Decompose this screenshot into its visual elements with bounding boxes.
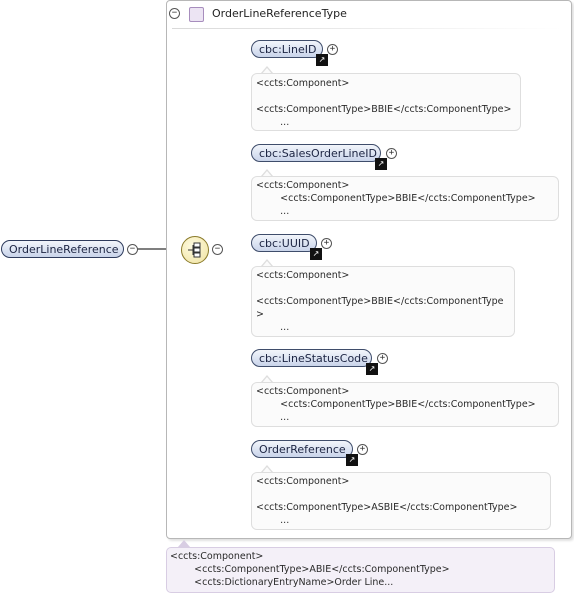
expand-toggle[interactable]: + — [357, 444, 368, 455]
root-element-label: OrderLineReference — [9, 243, 119, 256]
external-link-icon[interactable]: ↗ — [366, 363, 378, 375]
note-line: <ccts:DictionaryEntryName>Order Line... — [170, 577, 394, 588]
element-label: OrderReference — [259, 443, 346, 456]
external-link-icon[interactable]: ↗ — [346, 454, 358, 466]
note-line: ... — [256, 206, 290, 217]
note-line: <ccts:Component> — [256, 270, 350, 281]
note-line: <ccts:ComponentType>BBIE</ccts:Component… — [256, 193, 536, 204]
element-label: cbc:SalesOrderLineID — [259, 147, 377, 160]
note-line: <ccts:Component> — [256, 476, 350, 487]
element-label: cbc:UUID — [259, 237, 310, 250]
element-label: cbc:LineID — [259, 43, 317, 56]
external-link-icon[interactable]: ↗ — [316, 54, 328, 66]
note-line: ... — [256, 117, 290, 128]
root-collapse-toggle[interactable]: − — [127, 244, 138, 255]
sequence-glyph — [188, 242, 201, 258]
note-line: <ccts:ComponentType>BBIE</ccts:Component… — [256, 296, 504, 307]
element-line-status-code[interactable]: cbc:LineStatusCode — [251, 349, 372, 367]
root-element[interactable]: OrderLineReference — [1, 240, 124, 258]
element-order-reference[interactable]: OrderReference — [251, 440, 353, 458]
expand-toggle[interactable]: + — [386, 148, 397, 159]
note-line: ... — [256, 322, 290, 333]
annotation-order-reference: <ccts:Component> <ccts:ComponentType>ASB… — [251, 472, 551, 530]
sequence-collapse-toggle[interactable]: − — [212, 244, 223, 255]
annotation-line-status-code: <ccts:Component> <ccts:ComponentType>BBI… — [251, 382, 559, 427]
external-link-icon[interactable]: ↗ — [375, 158, 387, 170]
external-link-icon[interactable]: ↗ — [310, 248, 322, 260]
annotation-uuid: <ccts:Component> <ccts:ComponentType>BBI… — [251, 266, 515, 337]
note-line: <ccts:ComponentType>BBIE</ccts:Component… — [256, 399, 536, 410]
note-line: <ccts:Component> — [256, 78, 350, 89]
note-line: ... — [256, 515, 290, 526]
complex-type-icon — [189, 7, 204, 22]
element-line-id[interactable]: cbc:LineID — [251, 40, 323, 58]
annotation-sales-order-line-id: <ccts:Component> <ccts:ComponentType>BBI… — [251, 176, 559, 221]
note-line: ... — [256, 412, 290, 423]
root-annotation: <ccts:Component> <ccts:ComponentType>ABI… — [166, 547, 555, 593]
expand-toggle[interactable]: + — [377, 353, 388, 364]
note-line: <ccts:Component> — [256, 386, 350, 397]
element-uuid[interactable]: cbc:UUID — [251, 234, 317, 252]
note-line: <ccts:Component> — [170, 551, 264, 562]
type-header-divider — [172, 28, 562, 29]
note-line: <ccts:ComponentType>ABIE</ccts:Component… — [170, 564, 450, 575]
note-line: <ccts:Component> — [256, 180, 350, 191]
element-label: cbc:LineStatusCode — [259, 352, 368, 365]
expand-toggle[interactable]: + — [321, 238, 332, 249]
note-line: <ccts:ComponentType>ASBIE</ccts:Componen… — [256, 502, 518, 513]
note-line: <ccts:ComponentType>BBIE</ccts:Component… — [256, 104, 512, 115]
type-collapse-toggle[interactable]: − — [169, 8, 180, 19]
note-line: > — [256, 309, 264, 320]
sequence-compositor-icon[interactable] — [181, 236, 209, 264]
root-note-tail — [178, 540, 190, 547]
element-sales-order-line-id[interactable]: cbc:SalesOrderLineID — [251, 144, 381, 162]
type-title: OrderLineReferenceType — [212, 7, 347, 20]
annotation-line-id: <ccts:Component> <ccts:ComponentType>BBI… — [251, 73, 521, 131]
expand-toggle[interactable]: + — [327, 44, 338, 55]
